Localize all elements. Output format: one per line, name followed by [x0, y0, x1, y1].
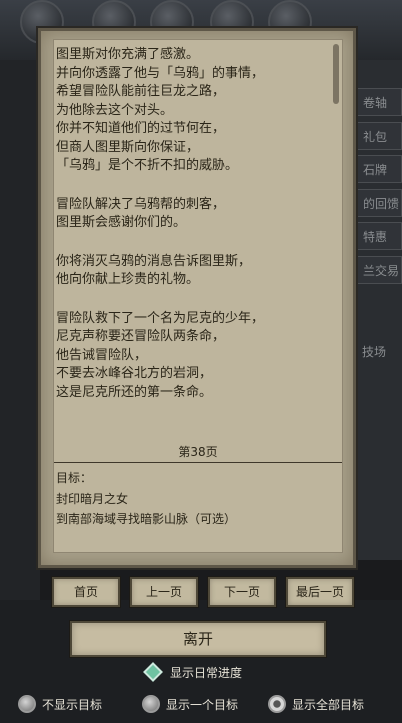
daily-progress-label: 显示日常进度: [170, 665, 243, 680]
story-line: 并向你透露了他与「乌鸦」的事情，: [56, 65, 265, 81]
background-menu-item: 石牌: [352, 155, 402, 183]
radio-icon: [18, 695, 36, 713]
goal-item: 到南部海域寻找暗影山脉（可选）: [56, 512, 237, 526]
background-menu-item: 礼包: [352, 122, 402, 150]
story-line: 图里斯对你充满了感激。: [56, 47, 200, 62]
story-line: 图里斯会感谢你们的。: [56, 215, 187, 230]
quest-log-page[interactable]: 图里斯对你充满了感激。 并向你透露了他与「乌鸦」的事情， 希望冒险队能前往巨龙之…: [53, 39, 343, 553]
story-line: 他告诫冒险队，: [56, 347, 148, 363]
last-page-button[interactable]: 最后一页: [286, 577, 354, 607]
story-line: 冒险队解决了乌鸦帮的刺客，: [56, 196, 226, 212]
diamond-icon: [143, 662, 163, 682]
goal-item: 封印暗月之女: [56, 492, 129, 506]
story-line: 这是尼克所还的第一条命。: [56, 384, 213, 400]
radio-show-all-goals[interactable]: 显示全部目标: [268, 694, 364, 714]
background-left-bar: [0, 60, 40, 660]
radio-label: 显示一个目标: [166, 697, 239, 712]
story-line: 冒险队救下了一个名为尼克的少年，: [56, 310, 265, 326]
story-paragraph: 图里斯对你充满了感激。 并向你透露了他与「乌鸦」的事情， 希望冒险队能前往巨龙之…: [56, 46, 346, 176]
story-line: 为他除去这个对头。: [56, 102, 174, 118]
background-menu-item: 的回馈: [352, 189, 402, 217]
radio-show-one-goal[interactable]: 显示一个目标: [142, 694, 238, 714]
story-text: 图里斯对你充满了感激。 并向你透露了他与「乌鸦」的事情， 希望冒险队能前往巨龙之…: [56, 46, 346, 422]
quest-log-panel: 图里斯对你充满了感激。 并向你透露了他与「乌鸦」的事情， 希望冒险队能前往巨龙之…: [38, 28, 356, 568]
page-number: 第38页: [178, 445, 218, 459]
story-line: 不要去冰峰谷北方的岩洞，: [56, 366, 213, 381]
leave-button[interactable]: 离开: [70, 621, 326, 657]
story-paragraph: 你将消灭乌鸦的消息告诉图里斯， 他向你献上珍贵的礼物。: [56, 253, 346, 290]
goal-title: 目标：: [56, 471, 93, 485]
story-line: 希望冒险队能前往巨龙之路，: [56, 84, 226, 99]
story-paragraph: 冒险队解决了乌鸦帮的刺客， 图里斯会感谢你们的。: [56, 196, 346, 233]
radio-hide-goals[interactable]: 不显示目标: [18, 694, 102, 714]
prev-page-button[interactable]: 上一页: [130, 577, 198, 607]
radio-selected-icon: [268, 695, 286, 713]
story-line: 「乌鸦」是个不折不扣的威胁。: [56, 158, 239, 173]
daily-progress-toggle[interactable]: 显示日常进度: [143, 662, 243, 682]
story-line: 你将消灭乌鸦的消息告诉图里斯，: [56, 253, 252, 269]
radio-label: 显示全部目标: [292, 697, 365, 712]
radio-label: 不显示目标: [42, 697, 103, 712]
background-menu-item: 特惠: [352, 222, 402, 250]
story-paragraph: 冒险队救下了一个名为尼克的少年， 尼克声称要还冒险队两条命， 他告诫冒险队， 不…: [56, 310, 346, 403]
story-line: 尼克声称要还冒险队两条命，: [56, 329, 226, 344]
background-menu-item: 技场: [362, 345, 387, 359]
next-page-button[interactable]: 下一页: [208, 577, 276, 607]
radio-icon: [142, 695, 160, 713]
background-menu-item: 卷轴: [352, 88, 402, 116]
background-menu-item: 兰交易: [352, 256, 402, 284]
story-line: 但商人图里斯向你保证，: [56, 139, 200, 155]
story-line: 他向你献上珍贵的礼物。: [56, 272, 200, 287]
divider: [54, 462, 342, 463]
first-page-button[interactable]: 首页: [52, 577, 120, 607]
story-line: 你并不知道他们的过节何在，: [56, 121, 226, 136]
